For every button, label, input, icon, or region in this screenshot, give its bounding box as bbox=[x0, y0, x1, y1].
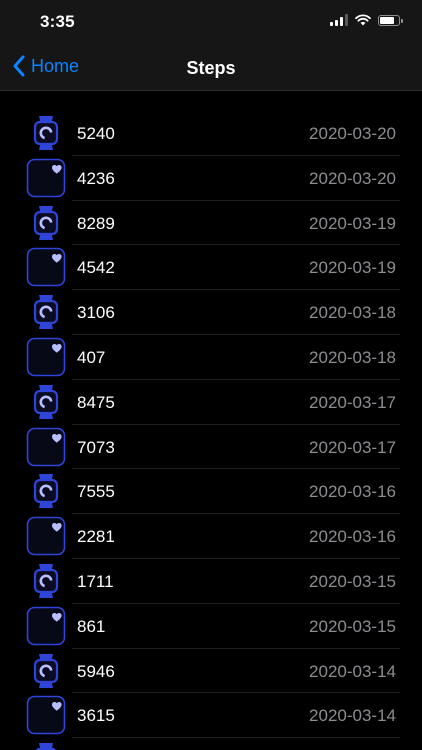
step-count: 8289 bbox=[77, 213, 115, 233]
watch-icon bbox=[26, 113, 66, 153]
step-count: 5240 bbox=[77, 124, 115, 143]
step-count: 1711 bbox=[77, 571, 114, 591]
step-count: 3615 bbox=[77, 706, 115, 726]
entry-date: 2020-03-17 bbox=[309, 392, 396, 412]
status-icons bbox=[330, 14, 403, 26]
phone-heart-icon bbox=[26, 337, 66, 377]
navigation-bar: Home Steps bbox=[0, 46, 422, 91]
list-item[interactable]: 7073 2020-03-17 bbox=[0, 425, 422, 470]
step-count: 7073 bbox=[77, 437, 115, 457]
phone-heart-icon bbox=[26, 427, 66, 467]
list-item[interactable]: 407 2020-03-18 bbox=[0, 335, 422, 380]
step-count: 4542 bbox=[77, 258, 115, 278]
steps-screen: 3:35 Home Steps 5240 2020-03-20 4236 202… bbox=[0, 0, 422, 750]
list-item[interactable]: 2281 2020-03-16 bbox=[0, 514, 422, 559]
watch-icon bbox=[26, 561, 66, 601]
step-count: 861 bbox=[77, 616, 106, 636]
entry-date: 2020-03-20 bbox=[309, 124, 396, 143]
entry-date: 2020-03-16 bbox=[309, 527, 396, 547]
list-item[interactable]: 3615 2020-03-14 bbox=[0, 693, 422, 738]
phone-heart-icon bbox=[26, 516, 66, 556]
phone-heart-icon bbox=[26, 247, 66, 287]
cellular-signal-icon bbox=[330, 14, 348, 26]
step-count: 7555 bbox=[77, 482, 115, 502]
list-item[interactable]: 5240 2020-03-20 bbox=[0, 111, 422, 156]
step-count: 2281 bbox=[77, 527, 115, 547]
battery-icon bbox=[378, 14, 403, 26]
entry-date: 2020-03-15 bbox=[309, 571, 396, 591]
step-count: 407 bbox=[77, 347, 106, 367]
watch-icon bbox=[26, 651, 66, 691]
list-item[interactable]: 4542 2020-03-19 bbox=[0, 245, 422, 290]
status-time: 3:35 bbox=[40, 12, 75, 31]
list-item[interactable]: 8475 2020-03-17 bbox=[0, 380, 422, 425]
step-count: 4236 bbox=[77, 168, 115, 188]
entry-date: 2020-03-17 bbox=[309, 437, 396, 457]
list-item[interactable]: 5946 2020-03-14 bbox=[0, 649, 422, 694]
list-item[interactable]: 8289 2020-03-19 bbox=[0, 201, 422, 246]
step-count: 8475 bbox=[77, 392, 115, 412]
entry-date: 2020-03-16 bbox=[309, 482, 396, 502]
entry-date: 2020-03-20 bbox=[309, 168, 396, 188]
list-item[interactable]: 4236 2020-03-20 bbox=[0, 156, 422, 201]
list-item[interactable]: 861 2020-03-15 bbox=[0, 604, 422, 649]
phone-heart-icon bbox=[26, 695, 66, 735]
watch-icon bbox=[26, 292, 66, 332]
entry-date: 2020-03-14 bbox=[309, 706, 396, 726]
phone-heart-icon bbox=[26, 606, 66, 646]
wifi-icon bbox=[355, 14, 371, 26]
step-count: 3106 bbox=[77, 303, 115, 323]
watch-icon bbox=[26, 471, 66, 511]
entry-date: 2020-03-15 bbox=[309, 616, 396, 636]
watch-icon bbox=[26, 740, 66, 750]
list-item[interactable]: 3106 2020-03-18 bbox=[0, 290, 422, 335]
steps-list: 5240 2020-03-20 4236 2020-03-20 8289 202… bbox=[0, 111, 422, 750]
list-item[interactable] bbox=[0, 738, 422, 750]
entry-date: 2020-03-19 bbox=[309, 258, 396, 278]
watch-icon bbox=[26, 382, 66, 422]
status-bar: 3:35 bbox=[0, 0, 422, 46]
page-title: Steps bbox=[186, 58, 236, 78]
entry-date: 2020-03-14 bbox=[309, 661, 396, 681]
list-item[interactable]: 1711 2020-03-15 bbox=[0, 559, 422, 604]
entry-date: 2020-03-18 bbox=[309, 303, 396, 323]
entry-date: 2020-03-19 bbox=[309, 213, 396, 233]
phone-heart-icon bbox=[26, 158, 66, 198]
entry-date: 2020-03-18 bbox=[309, 347, 396, 367]
watch-icon bbox=[26, 203, 66, 243]
list-item[interactable]: 7555 2020-03-16 bbox=[0, 469, 422, 514]
step-count: 5946 bbox=[77, 661, 115, 681]
